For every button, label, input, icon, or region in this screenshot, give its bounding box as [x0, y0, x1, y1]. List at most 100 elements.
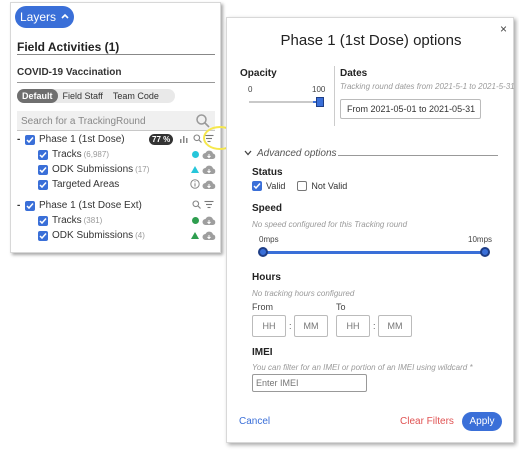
not-valid-checkbox[interactable] [297, 181, 308, 191]
tracks-marker-dot [192, 217, 199, 224]
imei-label: IMEI [252, 347, 273, 358]
checkbox-checked[interactable] [38, 215, 48, 226]
speed-hint: No speed configured for this Tracking ro… [252, 220, 408, 229]
from-hour-input[interactable] [252, 315, 286, 337]
clear-filters-button[interactable]: Clear Filters [400, 416, 454, 427]
opacity-slider-track[interactable] [249, 101, 319, 103]
layer-name: Tracks [52, 149, 82, 160]
progress-badge: 77 % [149, 134, 174, 145]
round-options-dialog: × Phase 1 (1st Dose) options Opacity 0 1… [226, 17, 515, 443]
layer-count: (6,987) [83, 150, 109, 159]
submissions-marker-triangle [191, 232, 199, 239]
hours-to-label: To [336, 302, 346, 312]
info-icon[interactable] [190, 179, 200, 192]
speed-slider-min-thumb[interactable] [258, 247, 268, 257]
layer-name: ODK Submissions [52, 230, 134, 241]
valid-label: Valid [266, 181, 286, 191]
divider [338, 155, 498, 156]
layers-panel: Layers Field Activities (1) COVID-19 Vac… [10, 2, 237, 253]
imei-input[interactable] [252, 374, 367, 392]
cancel-button[interactable]: Cancel [239, 416, 270, 427]
advanced-options-toggle[interactable]: Advanced options [244, 148, 337, 159]
time-separator: : [289, 321, 292, 331]
to-hour-input[interactable] [336, 315, 370, 337]
layer-count: (4) [135, 231, 145, 240]
chevron-down-icon [244, 148, 252, 159]
cloud-download-icon[interactable] [202, 150, 216, 160]
dates-hint: Tracking round dates from 2021-5-1 to 20… [340, 82, 515, 91]
bar-chart-icon[interactable] [179, 134, 188, 147]
checkbox-checked[interactable] [25, 134, 35, 145]
opacity-label: Opacity [240, 68, 277, 79]
speed-slider-track[interactable] [262, 251, 486, 254]
collapse-toggle[interactable]: - [17, 134, 25, 145]
imei-hint: You can filter for an IMEI or portion of… [252, 363, 473, 372]
layer-row[interactable]: Tracks (381) [38, 215, 102, 226]
cloud-download-icon[interactable] [202, 216, 216, 226]
cloud-download-icon[interactable] [202, 165, 216, 175]
filter-icon[interactable] [204, 200, 214, 212]
search-input[interactable] [17, 111, 187, 131]
hours-label: Hours [252, 272, 281, 283]
section-title: Field Activities (1) [17, 40, 120, 54]
divider [17, 82, 215, 83]
chevron-up-icon [61, 11, 69, 21]
tracking-round-row[interactable]: - Phase 1 (1st Dose) [17, 134, 125, 145]
round-name: Phase 1 (1st Dose) [39, 134, 125, 145]
to-minute-input[interactable] [378, 315, 412, 337]
layer-count: (381) [83, 216, 103, 225]
hours-hint: No tracking hours configured [252, 289, 355, 298]
cloud-download-icon[interactable] [202, 180, 216, 190]
from-minute-input[interactable] [294, 315, 328, 337]
divider [17, 54, 215, 55]
opacity-slider-thumb[interactable] [316, 97, 324, 107]
time-separator: : [373, 321, 376, 331]
layer-row[interactable]: ODK Submissions (4) [38, 230, 145, 241]
project-name: COVID-19 Vaccination [17, 67, 122, 78]
search-icon[interactable] [193, 134, 202, 146]
valid-checkbox[interactable] [252, 181, 262, 191]
search-icon[interactable] [195, 113, 211, 129]
speed-slider-max-thumb[interactable] [480, 247, 490, 257]
checkbox-checked[interactable] [38, 164, 48, 175]
advanced-options-label: Advanced options [257, 148, 337, 159]
collapse-toggle[interactable]: - [17, 200, 25, 211]
dates-label: Dates [340, 68, 368, 79]
opacity-min: 0 [248, 85, 253, 94]
search-icon[interactable] [192, 200, 201, 212]
date-range-input[interactable] [340, 99, 481, 119]
search-box [17, 111, 215, 131]
layer-row[interactable]: Tracks (6,987) [38, 149, 109, 160]
opacity-max: 100 [312, 85, 326, 94]
layer-name: Targeted Areas [52, 179, 120, 190]
layer-row[interactable]: ODK Submissions (17) [38, 164, 149, 175]
tracking-round-row[interactable]: - Phase 1 (1st Dose Ext) [17, 200, 142, 211]
tracks-marker-dot [192, 151, 199, 158]
segment-default[interactable]: Default [17, 89, 58, 103]
layer-row[interactable]: Targeted Areas [38, 179, 119, 190]
cloud-download-icon[interactable] [202, 231, 216, 241]
status-options: Valid Not Valid [252, 181, 347, 191]
speed-min: 0mps [259, 235, 279, 244]
status-label: Status [252, 167, 283, 178]
hours-from-label: From [252, 302, 273, 312]
checkbox-checked[interactable] [25, 200, 35, 211]
layers-toggle-button[interactable]: Layers [15, 6, 74, 28]
not-valid-label: Not Valid [311, 181, 348, 191]
apply-button[interactable]: Apply [462, 412, 502, 431]
layer-name: ODK Submissions [52, 164, 134, 175]
grouping-segmented-control: Default Field Staff Team Code [17, 89, 175, 103]
checkbox-checked[interactable] [38, 230, 48, 241]
checkbox-checked[interactable] [38, 149, 48, 160]
round-name: Phase 1 (1st Dose Ext) [39, 200, 142, 211]
layers-toggle-label: Layers [19, 10, 57, 24]
layer-count: (17) [135, 165, 150, 174]
dialog-title: Phase 1 (1st Dose) options [280, 32, 462, 49]
divider [334, 66, 335, 126]
checkbox-checked[interactable] [38, 179, 48, 190]
layer-name: Tracks [52, 215, 82, 226]
speed-max: 10mps [468, 235, 493, 244]
speed-label: Speed [252, 203, 283, 214]
segment-field-staff[interactable]: Field Staff [58, 89, 108, 103]
segment-team-code[interactable]: Team Code [108, 89, 164, 103]
